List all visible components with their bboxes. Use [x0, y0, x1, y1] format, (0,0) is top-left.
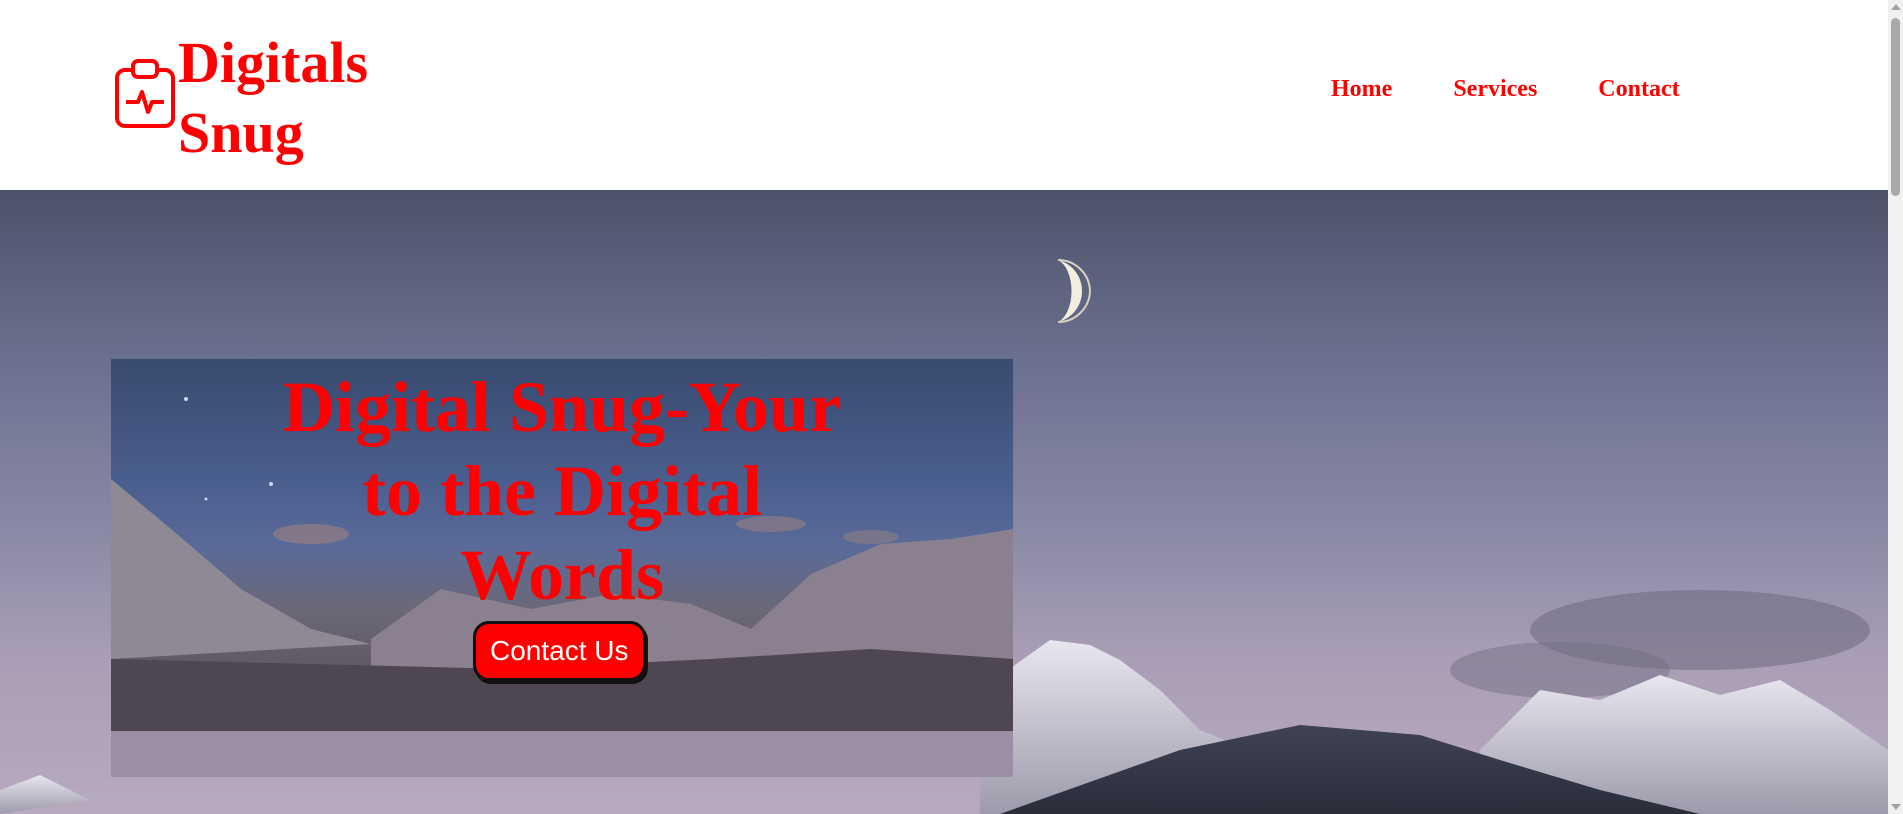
- nav-home-link[interactable]: Home: [1331, 76, 1392, 103]
- nav-services-link[interactable]: Services: [1453, 76, 1537, 103]
- brand-logo[interactable]: Digitals Snug: [114, 28, 368, 168]
- scroll-up-arrow-icon[interactable]: [1891, 4, 1901, 10]
- brand-name-line1: Digitals: [178, 30, 369, 95]
- nav-contact-link[interactable]: Contact: [1598, 76, 1679, 103]
- page-scrollbar[interactable]: [1888, 0, 1903, 814]
- clipboard-pulse-icon: [115, 59, 175, 128]
- site-header: Digitals Snug Home Services Contact: [0, 0, 1888, 190]
- hero-section: Digital Snug-Your to the Digital Words C…: [0, 190, 1888, 814]
- hero-title: Digital Snug-Your to the Digital Words: [282, 367, 842, 615]
- moon-image: [1057, 259, 1092, 323]
- main-nav: Home Services Contact: [1331, 76, 1741, 103]
- hero-panel: Digital Snug-Your to the Digital Words C…: [111, 359, 1013, 777]
- brand-name-line2: Snug: [178, 100, 304, 165]
- scroll-down-arrow-icon[interactable]: [1891, 804, 1901, 810]
- brand-name: Digitals Snug: [178, 28, 368, 168]
- scroll-thumb[interactable]: [1891, 18, 1900, 196]
- contact-us-button[interactable]: Contact Us: [473, 621, 646, 681]
